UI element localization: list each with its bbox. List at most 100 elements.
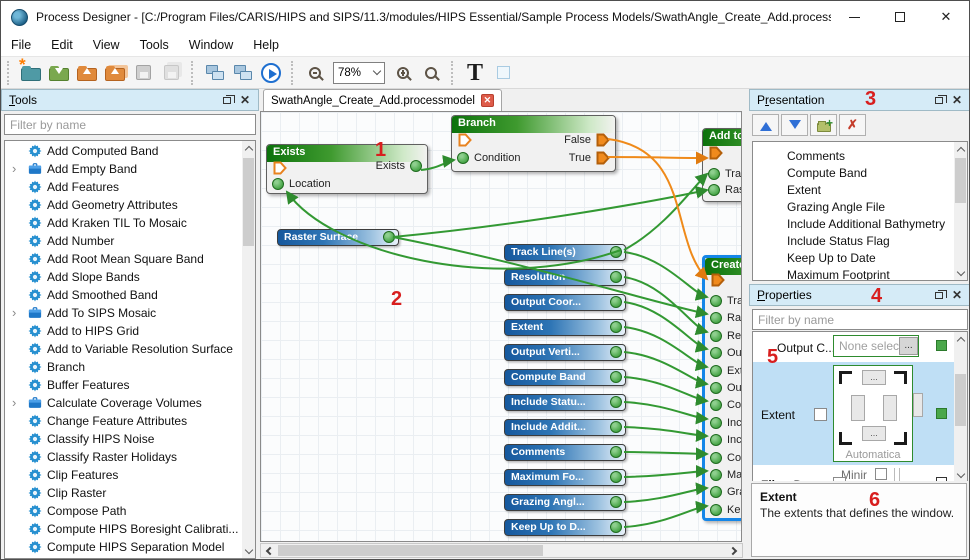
input-port[interactable] [272,178,284,190]
scroll-up-icon[interactable] [954,332,967,346]
canvas-horizontal-scrollbar[interactable] [260,543,743,558]
input-port[interactable] [710,347,722,359]
tool-item[interactable]: › Compute SIPS Towfish Navigation [5,556,242,558]
extent-side-nub[interactable] [913,393,923,417]
save-button[interactable] [129,59,157,87]
new-model-button[interactable]: * [17,59,45,87]
scrollbar-thumb[interactable] [955,374,966,426]
menu-item[interactable]: Help [243,35,289,55]
extent-right-button[interactable] [883,395,897,421]
output-port[interactable] [410,160,422,172]
input-port[interactable] [710,417,722,429]
input-node[interactable]: Resolution [504,269,626,286]
input-node[interactable]: Output Verti... [504,344,626,361]
input-node[interactable]: Extent [504,319,626,336]
tool-item[interactable]: › Clip Features [5,466,242,484]
menu-item[interactable]: Tools [130,35,179,55]
save-all-button[interactable] [157,59,185,87]
properties-scrollbar[interactable] [954,332,967,481]
document-tab[interactable]: SwathAngle_Create_Add.processmodel ✕ [263,89,502,111]
input-port[interactable] [710,382,722,394]
bring-forward-button[interactable] [201,59,229,87]
input-port[interactable] [710,399,722,411]
output-port[interactable] [610,246,622,258]
tool-item[interactable]: › Add Slope Bands [5,268,242,286]
input-port[interactable] [710,469,722,481]
tool-item[interactable]: › Compute HIPS Separation Model [5,538,242,556]
scrollbar-thumb[interactable] [243,158,254,246]
tool-item[interactable]: › Branch [5,358,242,376]
output-port[interactable] [610,496,622,508]
tool-item[interactable]: › Add Features [5,178,242,196]
tool-item[interactable]: › Compute HIPS Boresight Calibrati... [5,520,242,538]
output-port[interactable] [610,396,622,408]
output-port[interactable] [383,231,395,243]
scroll-down-icon[interactable] [954,468,967,481]
process-node[interactable]: Create HTrack Line(s)Raster SurfaceResol… [702,255,742,521]
output-port[interactable] [610,321,622,333]
zoom-in-button[interactable] [389,59,417,87]
open-model-button[interactable] [45,59,73,87]
float-panel-button[interactable] [930,287,948,303]
flow-port[interactable] [458,133,472,147]
output-port[interactable] [610,471,622,483]
input-port[interactable] [710,295,722,307]
tool-item[interactable]: › Add Computed Band [5,142,242,160]
tool-item[interactable]: › Add Number [5,232,242,250]
input-node[interactable]: Keep Up to D... [504,519,626,536]
tools-filter-input[interactable] [4,114,256,135]
presentation-item[interactable]: Keep Up to Date [753,250,954,267]
maximize-button[interactable] [877,1,923,33]
output-port[interactable] [610,521,622,533]
tool-item[interactable]: › Classify HIPS Noise [5,430,242,448]
minimize-button[interactable] [831,1,877,33]
input-node[interactable]: Include Statu... [504,394,626,411]
tools-scrollbar[interactable] [242,141,255,558]
tool-item[interactable]: › Buffer Features [5,376,242,394]
tool-item[interactable]: › Add Empty Band [5,160,242,178]
input-node[interactable]: Maximum Fo... [504,469,626,486]
close-button[interactable]: ✕ [923,1,969,33]
tool-item[interactable]: › Add Kraken TIL To Mosaic [5,214,242,232]
presentation-item[interactable]: Grazing Angle File [753,199,954,216]
output-port[interactable] [610,371,622,383]
extent-checkbox[interactable] [814,408,827,421]
output-port[interactable] [610,421,622,433]
scroll-up-icon[interactable] [242,141,255,155]
input-port[interactable] [708,184,720,196]
input-port[interactable] [710,452,722,464]
menu-item[interactable]: Edit [41,35,83,55]
close-panel-button[interactable]: ✕ [948,92,966,108]
scroll-down-icon[interactable] [242,544,255,558]
input-port[interactable] [710,486,722,498]
extent-left-button[interactable] [851,395,865,421]
scroll-up-icon[interactable] [954,142,967,156]
extent-bottom-button[interactable]: ... [862,426,886,441]
tool-item[interactable]: › Classify Raster Holidays [5,448,242,466]
zoom-fit-button[interactable] [417,59,445,87]
minimum-checkbox[interactable] [875,468,887,480]
run-process-button[interactable] [257,59,285,87]
output-port[interactable] [610,271,622,283]
input-node[interactable]: Raster Surface [277,229,399,246]
presentation-item[interactable]: Include Additional Bathymetry [753,216,954,233]
scroll-left-icon[interactable] [261,544,276,557]
extent-top-button[interactable]: ... [862,370,886,385]
expander-icon[interactable]: › [12,394,16,412]
menu-item[interactable]: File [1,35,41,55]
tool-item[interactable]: › Add to Variable Resolution Surface [5,340,242,358]
zoom-out-button[interactable] [301,59,329,87]
tab-close-icon[interactable]: ✕ [481,94,494,107]
flow-out-port[interactable]: False [559,133,610,147]
tool-item[interactable]: › Add To SIPS Mosaic [5,304,242,322]
input-node[interactable]: Track Line(s) [504,244,626,261]
delete-button[interactable]: ✗ [839,114,866,136]
presentation-item[interactable]: Maximum Footprint [753,267,954,280]
flow-out-port[interactable]: True [564,151,610,165]
browse-button[interactable]: ... [899,337,918,355]
tool-item[interactable]: › Add Root Mean Square Band [5,250,242,268]
send-backward-button[interactable] [229,59,257,87]
float-panel-button[interactable] [930,92,948,108]
flow-port[interactable] [273,161,287,175]
scroll-right-icon[interactable] [727,544,742,557]
